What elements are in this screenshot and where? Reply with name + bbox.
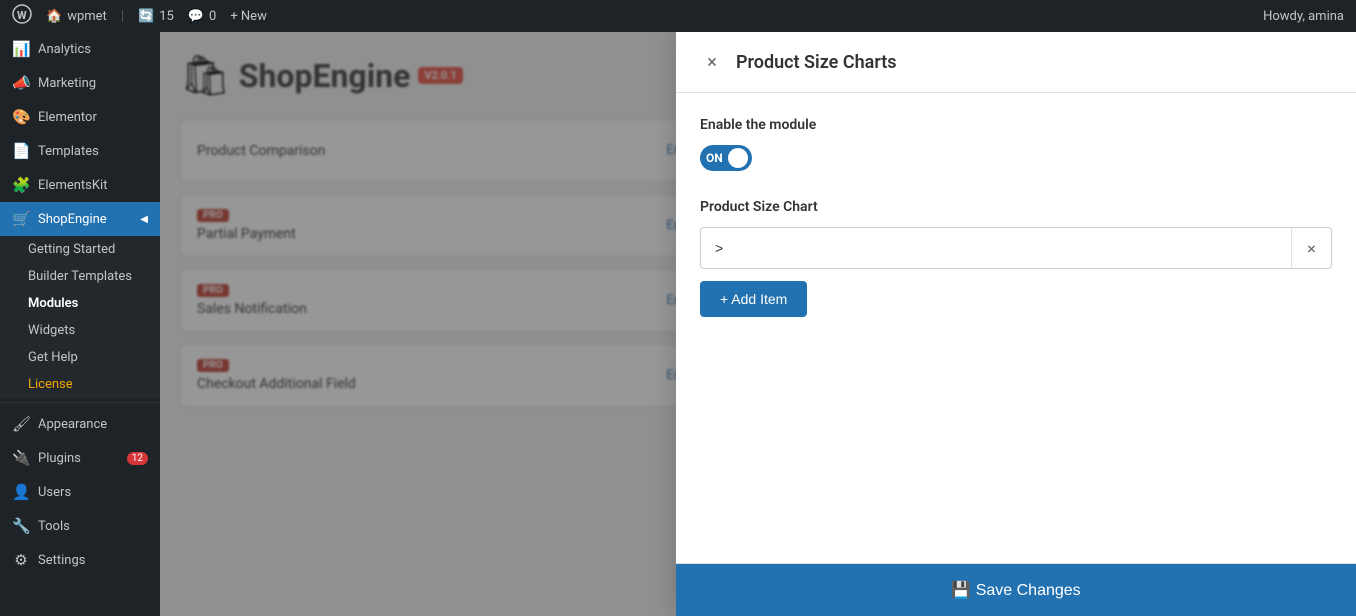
- sidebar-sub-getting-started[interactable]: Getting Started: [0, 236, 160, 263]
- admin-bar-user: Howdy, amina: [1263, 9, 1344, 24]
- sidebar-item-users[interactable]: 👤 Users: [0, 475, 160, 509]
- sidebar: 📊 Analytics 📣 Marketing 🎨 Elementor 📄 Te…: [0, 32, 160, 616]
- chart-input-row: ×: [700, 227, 1332, 269]
- enable-module-section: Enable the module ON: [700, 117, 1332, 171]
- plugins-badge: 12: [127, 452, 148, 465]
- admin-bar-comments[interactable]: 💬 0: [188, 9, 217, 24]
- sidebar-item-elementskit[interactable]: 🧩 ElementsKit: [0, 168, 160, 202]
- chart-input-field[interactable]: [701, 230, 1291, 266]
- sidebar-item-analytics[interactable]: 📊 Analytics: [0, 32, 160, 66]
- wp-logo-icon[interactable]: W: [12, 4, 32, 28]
- sidebar-submenu: Getting Started Builder Templates Module…: [0, 236, 160, 398]
- chart-clear-button[interactable]: ×: [1291, 228, 1331, 268]
- tools-icon: 🔧: [12, 517, 30, 535]
- templates-icon: 📄: [12, 142, 30, 160]
- sidebar-sub-widgets[interactable]: Widgets: [0, 317, 160, 344]
- save-changes-button[interactable]: 💾 Save Changes: [676, 564, 1356, 616]
- sidebar-item-templates[interactable]: 📄 Templates: [0, 134, 160, 168]
- toggle-on-label: ON: [706, 151, 723, 165]
- plugins-icon: 🔌: [12, 449, 30, 467]
- appearance-icon: 🖌: [12, 415, 30, 433]
- panel-footer: 💾 Save Changes: [676, 563, 1356, 616]
- sidebar-sub-modules[interactable]: Modules: [0, 290, 160, 317]
- enable-module-label: Enable the module: [700, 117, 1332, 133]
- comments-icon: 💬: [188, 9, 204, 24]
- add-item-button[interactable]: + Add Item: [700, 281, 807, 317]
- chevron-icon: ◀: [140, 214, 148, 225]
- sidebar-item-plugins[interactable]: 🔌 Plugins 12: [0, 441, 160, 475]
- toggle-slider: ON: [700, 145, 752, 171]
- sidebar-item-elementor[interactable]: 🎨 Elementor: [0, 100, 160, 134]
- panel-title: Product Size Charts: [736, 52, 897, 73]
- product-size-chart-section: Product Size Chart × + Add Item: [700, 199, 1332, 317]
- panel-close-button[interactable]: ×: [700, 50, 724, 74]
- updates-icon: 🔄: [138, 9, 154, 24]
- admin-bar-new[interactable]: + New: [230, 9, 267, 24]
- panel-header: × Product Size Charts: [676, 32, 1356, 93]
- sidebar-item-shopengine[interactable]: 🛒 ShopEngine ◀: [0, 202, 160, 236]
- admin-bar-site[interactable]: 🏠 wpmet: [46, 9, 107, 24]
- sidebar-item-marketing[interactable]: 📣 Marketing: [0, 66, 160, 100]
- home-icon: 🏠: [46, 9, 62, 24]
- svg-text:W: W: [17, 9, 27, 22]
- content-area: 🛍 ShopEngine V2.0.1 Product Comparison E…: [160, 32, 1356, 616]
- panel-body: Enable the module ON Product: [676, 93, 1356, 563]
- settings-icon: ⚙: [12, 551, 30, 569]
- elementor-icon: 🎨: [12, 108, 30, 126]
- sidebar-sub-license[interactable]: License: [0, 371, 160, 398]
- marketing-icon: 📣: [12, 74, 30, 92]
- admin-bar: W 🏠 wpmet | 🔄 15 💬 0 + New Howdy, amina: [0, 0, 1356, 32]
- enable-toggle[interactable]: ON: [700, 145, 752, 171]
- toggle-row: ON: [700, 145, 1332, 171]
- shopengine-icon: 🛒: [12, 210, 30, 228]
- chart-label: Product Size Chart: [700, 199, 1332, 215]
- admin-bar-updates[interactable]: 🔄 15: [138, 9, 174, 24]
- sidebar-sub-get-help[interactable]: Get Help: [0, 344, 160, 371]
- elementskit-icon: 🧩: [12, 176, 30, 194]
- sidebar-item-appearance[interactable]: 🖌 Appearance: [0, 407, 160, 441]
- admin-bar-left: W 🏠 wpmet | 🔄 15 💬 0 + New: [12, 4, 1247, 28]
- sidebar-sub-builder-templates[interactable]: Builder Templates: [0, 263, 160, 290]
- settings-panel: × Product Size Charts Enable the module …: [676, 32, 1356, 616]
- main-wrapper: 📊 Analytics 📣 Marketing 🎨 Elementor 📄 Te…: [0, 32, 1356, 616]
- sidebar-item-tools[interactable]: 🔧 Tools: [0, 509, 160, 543]
- users-icon: 👤: [12, 483, 30, 501]
- sidebar-item-settings[interactable]: ⚙ Settings: [0, 543, 160, 577]
- overlay: × Product Size Charts Enable the module …: [160, 32, 1356, 616]
- analytics-icon: 📊: [12, 40, 30, 58]
